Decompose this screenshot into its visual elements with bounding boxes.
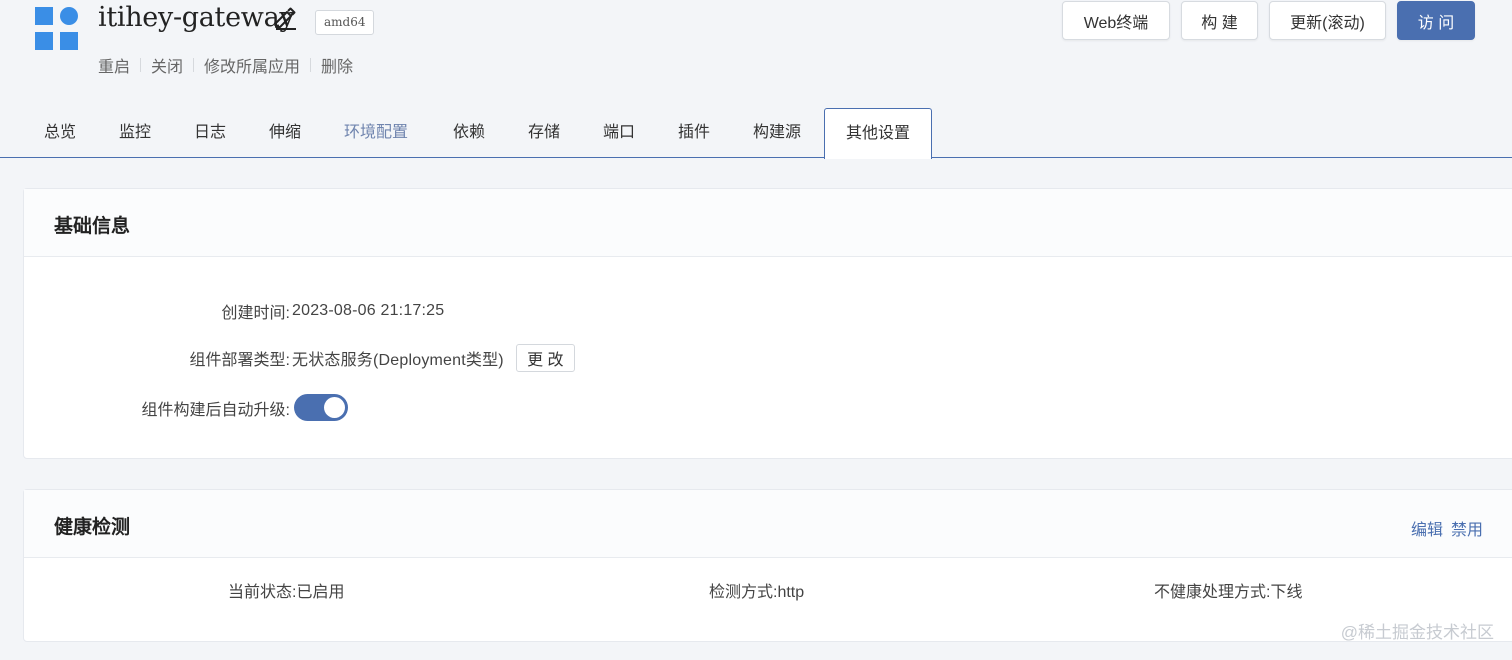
basic-info-title: 基础信息 xyxy=(54,216,131,237)
stop-link[interactable]: 关闭 xyxy=(151,53,183,77)
auto-upgrade-toggle[interactable] xyxy=(294,394,348,421)
tab-other-settings[interactable]: 其他设置 xyxy=(824,108,932,159)
health-status: 当前状态:已启用 xyxy=(228,584,345,601)
created-time-value: 2023-08-06 21:17:25 xyxy=(292,302,445,319)
health-check-method: 检测方式:http xyxy=(709,584,805,601)
deploy-type-value: 无状态服务(Deployment类型) xyxy=(292,352,504,369)
tab-overview[interactable]: 总览 xyxy=(44,108,76,158)
basic-info-card: 基础信息 创建时间: 2023-08-06 21:17:25 组件部署类型: 无… xyxy=(23,188,1512,459)
pencil-icon[interactable] xyxy=(272,4,298,30)
deploy-type-row: 组件部署类型: 无状态服务(Deployment类型) 更 改 xyxy=(24,344,575,372)
divider xyxy=(310,58,312,72)
tab-dependencies[interactable]: 依赖 xyxy=(453,108,485,158)
rolling-update-button[interactable]: 更新(滚动) xyxy=(1269,1,1386,40)
tab-plugins[interactable]: 插件 xyxy=(678,108,710,158)
tab-monitor[interactable]: 监控 xyxy=(119,108,151,158)
app-grid-icon xyxy=(35,7,79,51)
component-header: itihey-gateway amd64 重启 关闭 修改所属应用 删除 Web… xyxy=(0,0,1512,159)
created-time-label: 创建时间: xyxy=(221,305,290,322)
build-button[interactable]: 构 建 xyxy=(1181,1,1258,40)
component-operations: 重启 关闭 修改所属应用 删除 xyxy=(98,53,353,77)
move-app-link[interactable]: 修改所属应用 xyxy=(204,53,300,77)
tab-scaling[interactable]: 伸缩 xyxy=(269,108,301,158)
disable-health-check-link[interactable]: 禁用 xyxy=(1451,516,1483,540)
health-check-title: 健康检测 xyxy=(54,517,131,538)
created-time-row: 创建时间: 2023-08-06 21:17:25 xyxy=(24,299,445,323)
tab-env-config[interactable]: 环境配置 xyxy=(344,108,408,158)
web-terminal-button[interactable]: Web终端 xyxy=(1062,1,1170,40)
deploy-type-label: 组件部署类型: xyxy=(189,352,290,369)
auto-upgrade-row: 组件构建后自动升级: xyxy=(24,394,348,421)
tab-bar: 总览 监控 日志 伸缩 环境配置 依赖 存储 端口 插件 构建源 其他设置 xyxy=(0,108,1512,159)
tab-storage[interactable]: 存储 xyxy=(528,108,560,158)
health-check-header: 健康检测 编辑 禁用 xyxy=(24,490,1512,558)
auto-upgrade-label: 组件构建后自动升级: xyxy=(141,401,290,419)
divider xyxy=(140,58,142,72)
arch-badge: amd64 xyxy=(315,10,375,35)
tab-build-source[interactable]: 构建源 xyxy=(753,108,801,158)
change-deploy-type-button[interactable]: 更 改 xyxy=(515,344,575,372)
visit-button[interactable]: 访 问 xyxy=(1397,1,1475,40)
delete-link[interactable]: 删除 xyxy=(321,53,353,77)
unhealthy-action: 不健康处理方式:下线 xyxy=(1154,584,1303,601)
basic-info-header: 基础信息 xyxy=(24,189,1512,257)
component-title: itihey-gateway xyxy=(98,2,295,33)
tab-ports[interactable]: 端口 xyxy=(603,108,635,158)
toggle-knob xyxy=(324,397,345,418)
tab-logs[interactable]: 日志 xyxy=(194,108,226,158)
edit-health-check-link[interactable]: 编辑 xyxy=(1411,516,1443,540)
restart-link[interactable]: 重启 xyxy=(98,53,130,77)
health-check-actions: 编辑 禁用 xyxy=(1411,516,1483,540)
health-check-card: 健康检测 编辑 禁用 当前状态:已启用 检测方式:http 不健康处理方式:下线 xyxy=(23,489,1512,642)
header-actions: Web终端 构 建 更新(滚动) 访 问 xyxy=(1062,1,1475,40)
watermark: @稀土掘金技术社区 xyxy=(1340,623,1494,642)
divider xyxy=(193,58,195,72)
